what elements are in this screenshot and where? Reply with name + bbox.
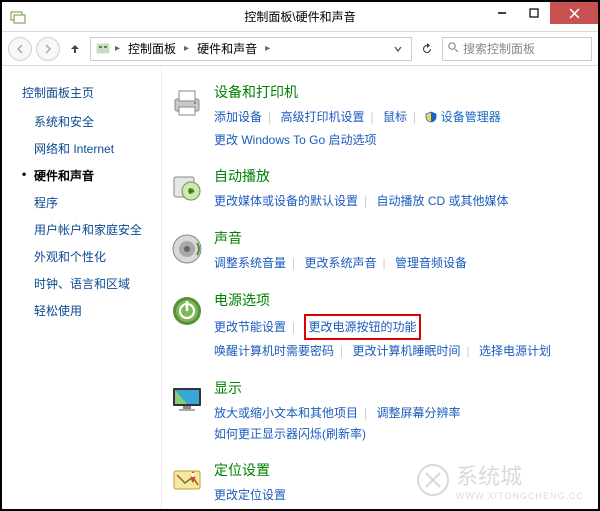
choose-power-plan-link[interactable]: 选择电源计划 [479, 344, 551, 358]
sidebar-item-programs[interactable]: 程序 [22, 194, 161, 211]
screen-resolution-link[interactable]: 调整屏幕分辨率 [376, 406, 460, 420]
breadcrumb-root[interactable]: 控制面板 [124, 40, 180, 57]
close-button[interactable] [550, 2, 598, 24]
chevron-right-icon: ▸ [263, 43, 272, 54]
refresh-button[interactable] [416, 38, 438, 60]
advanced-printer-settings-link[interactable]: 高级打印机设置 [280, 110, 364, 124]
watermark-url: WWW.XITONGCHENG.CC [456, 491, 584, 501]
change-system-sounds-link[interactable]: 更改系统声音 [304, 256, 376, 270]
up-button[interactable] [64, 38, 86, 60]
main-content: 设备和打印机 添加设备| 高级打印机设置| 鼠标| 设备管理器 更改 Windo… [162, 66, 598, 509]
category-display: 显示 放大或缩小文本和其他项目| 调整屏幕分辨率 如何更正显示器闪烁(刷新率) [166, 378, 586, 444]
category-power-options: 电源选项 更改节能设置| 更改电源按钮的功能 唤醒计算机时需要密码| 更改计算机… [166, 290, 586, 362]
sidebar-item-ease-of-access[interactable]: 轻松使用 [22, 302, 161, 319]
breadcrumb[interactable]: ▸ 控制面板 ▸ 硬件和声音 ▸ [90, 37, 412, 61]
body: 控制面板主页 系统和安全 网络和 Internet 硬件和声音 程序 用户帐户和… [2, 66, 598, 509]
sidebar: 控制面板主页 系统和安全 网络和 Internet 硬件和声音 程序 用户帐户和… [2, 66, 162, 509]
sound-link[interactable]: 声音 [214, 230, 242, 246]
chevron-right-icon: ▸ [182, 43, 191, 54]
mouse-link[interactable]: 鼠标 [383, 110, 407, 124]
sidebar-heading[interactable]: 控制面板主页 [22, 84, 161, 101]
back-button[interactable] [8, 37, 32, 61]
sidebar-item-appearance[interactable]: 外观和个性化 [22, 248, 161, 265]
adjust-volume-link[interactable]: 调整系统音量 [214, 256, 286, 270]
monitor-flicker-link[interactable]: 如何更正显示器闪烁(刷新率) [214, 427, 366, 441]
location-icon [166, 460, 208, 502]
change-power-button-link[interactable]: 更改电源按钮的功能 [308, 320, 416, 334]
window-controls [486, 2, 598, 24]
search-input[interactable]: 搜索控制面板 [442, 37, 592, 61]
breadcrumb-dropdown[interactable] [389, 45, 407, 53]
window-icon [10, 9, 26, 25]
search-icon [447, 41, 459, 56]
watermark-text: 系统城 [456, 459, 584, 491]
minimize-button[interactable] [486, 2, 518, 24]
device-manager-link[interactable]: 设备管理器 [441, 110, 501, 124]
display-icon [166, 378, 208, 420]
address-bar: ▸ 控制面板 ▸ 硬件和声音 ▸ 搜索控制面板 [2, 32, 598, 66]
sidebar-item-network[interactable]: 网络和 Internet [22, 140, 161, 157]
devices-printers-link[interactable]: 设备和打印机 [214, 84, 298, 100]
require-password-wake-link[interactable]: 唤醒计算机时需要密码 [214, 344, 334, 358]
maximize-button[interactable] [518, 2, 550, 24]
titlebar: 控制面板\硬件和声音 [2, 2, 598, 32]
sidebar-item-user-accounts[interactable]: 用户帐户和家庭安全 [22, 221, 161, 238]
change-sleep-time-link[interactable]: 更改计算机睡眠时间 [352, 344, 460, 358]
power-options-link[interactable]: 电源选项 [214, 292, 270, 308]
sidebar-item-system-security[interactable]: 系统和安全 [22, 113, 161, 130]
search-placeholder: 搜索控制面板 [463, 40, 535, 57]
change-location-settings-link[interactable]: 更改定位设置 [214, 488, 286, 502]
sound-icon [166, 228, 208, 270]
autoplay-cd-link[interactable]: 自动播放 CD 或其他媒体 [376, 194, 508, 208]
sidebar-item-hardware-sound[interactable]: 硬件和声音 [22, 167, 161, 184]
change-media-default-link[interactable]: 更改媒体或设备的默认设置 [214, 194, 358, 208]
display-link[interactable]: 显示 [214, 380, 242, 396]
autoplay-icon [166, 166, 208, 208]
manage-audio-devices-link[interactable]: 管理音频设备 [395, 256, 467, 270]
forward-button[interactable] [36, 37, 60, 61]
sidebar-item-clock-language[interactable]: 时钟、语言和区域 [22, 275, 161, 292]
control-panel-icon [95, 41, 111, 57]
location-settings-link[interactable]: 定位设置 [214, 462, 270, 478]
windows-to-go-link[interactable]: 更改 Windows To Go 启动选项 [214, 133, 376, 147]
category-sound: 声音 调整系统音量| 更改系统声音| 管理音频设备 [166, 228, 586, 274]
add-device-link[interactable]: 添加设备 [214, 110, 262, 124]
breadcrumb-current[interactable]: 硬件和声音 [193, 40, 261, 57]
change-power-saving-link[interactable]: 更改节能设置 [214, 320, 286, 334]
category-autoplay: 自动播放 更改媒体或设备的默认设置| 自动播放 CD 或其他媒体 [166, 166, 586, 212]
devices-printers-icon [166, 82, 208, 124]
autoplay-link[interactable]: 自动播放 [214, 168, 270, 184]
window-title: 控制面板\硬件和声音 [244, 8, 355, 25]
category-devices-printers: 设备和打印机 添加设备| 高级打印机设置| 鼠标| 设备管理器 更改 Windo… [166, 82, 586, 150]
power-options-icon [166, 290, 208, 332]
chevron-right-icon: ▸ [113, 43, 122, 54]
shield-icon [425, 108, 437, 130]
watermark: 系统城 WWW.XITONGCHENG.CC [416, 459, 584, 501]
text-size-link[interactable]: 放大或缩小文本和其他项目 [214, 406, 358, 420]
